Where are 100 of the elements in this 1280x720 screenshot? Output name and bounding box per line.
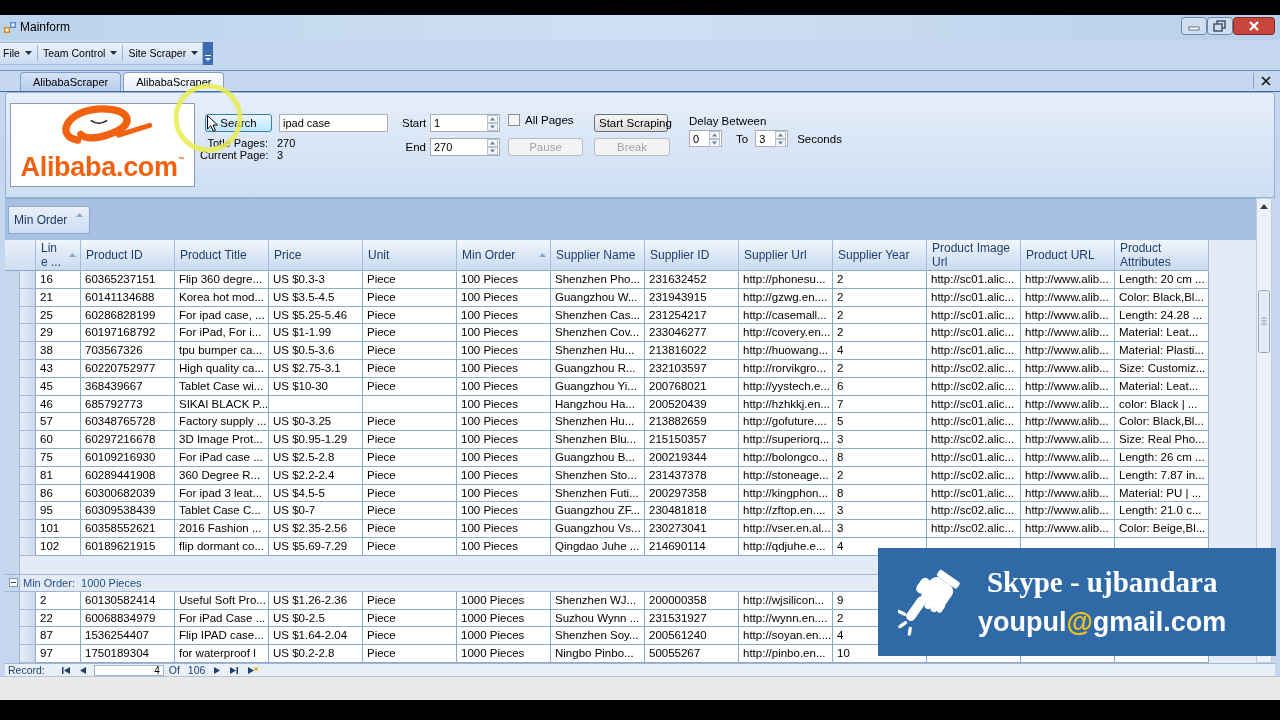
unit-label: Seconds <box>797 132 842 145</box>
delay-label: Delay Between <box>689 115 768 127</box>
table-cell: Material: Leat... <box>1119 379 1199 392</box>
column-header[interactable]: Price <box>269 240 363 271</box>
row-header[interactable] <box>20 271 36 289</box>
row-header[interactable] <box>20 413 36 432</box>
table-cell: 100 Pieces <box>461 273 518 285</box>
first-record-icon[interactable] <box>61 666 70 674</box>
table-cell: 100 Pieces <box>461 308 518 321</box>
table-cell: US $0-2.5 <box>273 611 325 624</box>
caret-icon <box>110 51 118 55</box>
table-cell: 2 <box>837 290 844 303</box>
column-header[interactable]: Supplier Year <box>833 240 927 271</box>
column-header[interactable]: Lin e ... <box>36 240 81 271</box>
table-cell: High quality ca... <box>179 362 264 374</box>
row-header[interactable] <box>20 520 36 538</box>
table-cell: http://sc02.alic... <box>931 522 1015 535</box>
banner-email: youpul@gmail.com <box>978 606 1227 639</box>
table-cell: 6 <box>837 379 844 392</box>
end-spinner[interactable]: 270 <box>430 138 500 156</box>
menu-item[interactable]: Site Scraper <box>125 43 202 63</box>
start-spinner[interactable]: 1 <box>430 114 500 132</box>
table-cell: 101 <box>40 522 60 535</box>
group-chip[interactable]: Min Order <box>8 206 90 234</box>
column-header[interactable]: Supplier Url <box>739 240 833 271</box>
table-cell: 2 <box>837 326 844 339</box>
tab[interactable]: AlibabaScraper <box>20 72 122 91</box>
spin-arrows-icon[interactable] <box>775 130 787 147</box>
next-record-icon[interactable] <box>214 666 221 674</box>
table-cell: 4 <box>837 344 844 357</box>
table-cell: http://stoneage... <box>743 468 829 481</box>
table-cell: 60 <box>40 433 53 446</box>
table-cell: US $0.3-3 <box>273 273 325 285</box>
table-cell: 81 <box>40 468 53 481</box>
menu-item[interactable]: File <box>0 43 35 63</box>
column-header[interactable]: Product ID <box>81 240 175 271</box>
table-cell: flip dormant co... <box>179 539 264 552</box>
table-cell: 75 <box>40 450 53 463</box>
table-cell: Shenzhen Pho... <box>555 273 641 285</box>
menu-item[interactable]: Team Control <box>39 43 121 63</box>
table-cell: 60109216930 <box>85 450 156 463</box>
table-cell: 100 Pieces <box>461 504 518 517</box>
column-header[interactable]: Product Image Url <box>927 240 1021 271</box>
table-cell: 60197168792 <box>85 326 156 339</box>
table-cell: color: Black | ... <box>1119 397 1198 410</box>
restore-icon[interactable] <box>1207 17 1233 35</box>
table-cell: 100 Pieces <box>461 379 518 392</box>
column-header[interactable]: Min Order <box>457 240 551 271</box>
new-record-icon[interactable] <box>248 666 259 674</box>
table-cell: Factory supply ... <box>179 415 267 428</box>
table-cell: 231943915 <box>649 290 707 303</box>
column-header[interactable]: Product URL <box>1021 240 1115 271</box>
spin-arrows-icon[interactable] <box>487 139 498 155</box>
row-header[interactable] <box>20 645 36 663</box>
table-cell: http://sc01.alic... <box>931 273 1015 285</box>
table-cell: Flip IPAD case... <box>179 629 264 642</box>
table-cell: Piece <box>367 273 396 285</box>
row-header[interactable] <box>20 324 36 343</box>
checkbox[interactable] <box>508 114 520 126</box>
column-header[interactable]: Product Attributes <box>1115 240 1209 271</box>
column-header[interactable]: Supplier ID <box>645 240 739 271</box>
table-cell: 2 <box>837 611 844 624</box>
previous-record-icon[interactable] <box>79 666 86 674</box>
close-icon[interactable] <box>1261 76 1271 86</box>
row-header[interactable] <box>20 342 36 360</box>
delay-to-spinner[interactable]: 3 <box>755 130 789 147</box>
table-cell: 3 <box>837 522 844 535</box>
delay-from-spinner[interactable]: 0 <box>689 130 722 147</box>
last-record-icon[interactable] <box>230 666 239 674</box>
table-cell: 25 <box>40 308 53 321</box>
app-icon <box>4 22 16 34</box>
spin-arrows-icon[interactable] <box>487 115 498 131</box>
collapse-icon[interactable] <box>9 578 18 588</box>
spin-arrows-icon[interactable] <box>709 130 720 147</box>
column-header[interactable]: Unit <box>363 240 457 271</box>
table-cell: http://www.alib... <box>1025 522 1109 535</box>
table-cell: US $0-7 <box>273 504 316 517</box>
record-field[interactable]: 4 <box>93 664 164 676</box>
table-cell: http://www.alib... <box>1025 486 1109 499</box>
sort-arrow-icon <box>539 253 546 257</box>
minimize-icon[interactable] <box>1181 17 1207 35</box>
table-cell: 95 <box>40 504 53 517</box>
table-cell: 100 Pieces <box>461 326 518 339</box>
close-icon[interactable] <box>1233 17 1275 35</box>
row-header[interactable] <box>20 431 36 449</box>
table-cell: Length: 7.87 in... <box>1119 468 1205 481</box>
row-header[interactable] <box>20 502 36 521</box>
table-cell: 22 <box>40 611 53 624</box>
table-cell: 60365237151 <box>85 273 156 285</box>
search-field[interactable]: ipad case <box>279 114 388 132</box>
table-cell: Color: Black,Bl... <box>1119 415 1204 428</box>
table-cell: http://sc01.alic... <box>931 415 1015 428</box>
column-header[interactable]: Supplier Name <box>551 240 645 271</box>
column-header[interactable]: Product Title <box>175 240 269 271</box>
overflow-icon[interactable] <box>203 41 214 65</box>
table-cell: 200561240 <box>649 629 707 642</box>
table-cell: Size: Real Pho... <box>1119 433 1205 446</box>
row-header[interactable] <box>20 627 36 646</box>
caret-icon <box>191 51 199 55</box>
tab[interactable]: AlibabaScraper <box>123 72 225 91</box>
